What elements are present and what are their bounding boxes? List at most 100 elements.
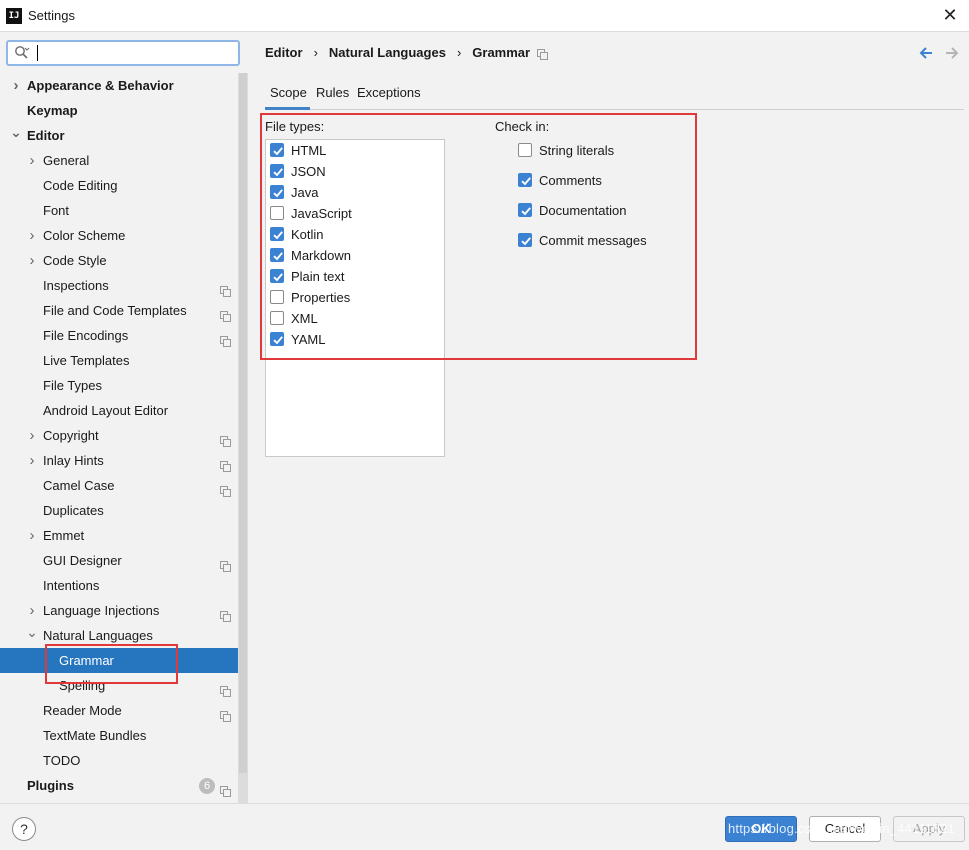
sidebar-item-todo[interactable]: TODO [0,748,238,773]
sidebar-item-android-layout-editor[interactable]: Android Layout Editor [0,398,238,423]
project-scope-icon [220,305,231,322]
breadcrumb: Editor › Natural Languages › Grammar [265,45,530,60]
sidebar-item-label: Language Injections [43,603,160,618]
tab-bar: Scope Rules Exceptions [265,83,964,110]
sidebar-item-label: Android Layout Editor [43,403,169,418]
project-scope-icon [220,555,231,572]
breadcrumb-separator: › [313,45,318,60]
sidebar-item-label: Color Scheme [43,228,126,243]
chevron-right-icon[interactable]: › [26,148,38,173]
forward-arrow-icon[interactable] [945,46,959,60]
intellij-logo-icon: IJ [6,8,22,24]
breadcrumb-item: Editor [265,45,303,60]
sidebar-item-appearance-behavior[interactable]: › Appearance & Behavior [0,73,238,98]
title-bar: IJ Settings ✕ [0,0,969,32]
sidebar-item-live-templates[interactable]: Live Templates [0,348,238,373]
chevron-right-icon[interactable]: › [26,423,38,448]
sidebar-item-emmet[interactable]: › Emmet [0,523,238,548]
sidebar-item-editor[interactable]: ⌄ Editor [0,123,238,148]
text-cursor [37,45,38,61]
project-scope-icon [220,455,231,472]
chevron-right-icon[interactable]: › [26,523,38,548]
settings-sidebar: › Appearance & Behavior Keymap ⌄ Editor › Gene… [0,33,248,803]
sidebar-item-label: File and Code Templates [43,303,187,318]
project-scope-icon [537,49,548,60]
update-count-badge: 6 [199,778,215,794]
chevron-right-icon[interactable]: › [10,73,22,98]
settings-content: Editor › Natural Languages › Grammar Scope R… [248,33,969,803]
sidebar-item-reader-mode[interactable]: Reader Mode [0,698,238,723]
watermark: https://blog.csdn.net/weixin_44111821 [728,821,955,836]
project-scope-icon [220,605,231,622]
sidebar-item-gui-designer[interactable]: GUI Designer [0,548,238,573]
tab-exceptions[interactable]: Exceptions [357,83,421,110]
sidebar-item-textmate-bundles[interactable]: TextMate Bundles [0,723,238,748]
sidebar-item-font[interactable]: Font [0,198,238,223]
highlight-box [45,644,178,684]
sidebar-item-camel-case[interactable]: Camel Case [0,473,238,498]
chevron-down-icon[interactable]: ⌄ [26,623,38,648]
project-scope-icon [220,480,231,497]
chevron-right-icon[interactable]: › [26,598,38,623]
sidebar-item-intentions[interactable]: Intentions [0,573,238,598]
chevron-right-icon[interactable]: › [26,248,38,273]
dialog-button-bar: ? OK Cancel Apply https://blog.csdn.net/… [0,803,969,850]
project-scope-icon [220,430,231,447]
breadcrumb-separator: › [456,45,462,60]
sidebar-item-plugins[interactable]: Plugins 6 [0,773,238,798]
sidebar-item-label: Inspections [43,278,109,293]
help-button[interactable]: ? [12,817,36,841]
sidebar-item-file-and-code-templates[interactable]: File and Code Templates [0,298,238,323]
sidebar-item-color-scheme[interactable]: › Color Scheme [0,223,238,248]
sidebar-item-label: Code Style [43,253,107,268]
project-scope-icon [220,330,231,347]
sidebar-item-label: GUI Designer [43,553,122,568]
close-icon[interactable]: ✕ [939,4,961,26]
sidebar-item-label: Reader Mode [43,703,122,718]
sidebar-item-label: General [43,153,90,168]
sidebar-item-label: Live Templates [43,353,130,368]
sidebar-item-inspections[interactable]: Inspections [0,273,238,298]
window-title: Settings [28,8,75,23]
sidebar-item-label: File Encodings [43,328,129,343]
sidebar-item-label: Intentions [43,578,100,593]
project-scope-icon [220,280,231,297]
sidebar-item-code-style[interactable]: › Code Style [0,248,238,273]
sidebar-item-label: TODO [43,753,81,768]
chevron-right-icon[interactable]: › [26,223,38,248]
tab-rules[interactable]: Rules [316,83,349,110]
sidebar-item-label: Duplicates [43,503,104,518]
breadcrumb-item: Grammar [472,45,531,60]
sidebar-item-copyright[interactable]: › Copyright [0,423,238,448]
sidebar-item-label: Emmet [43,528,85,543]
sidebar-item-label: Plugins [27,778,74,793]
chevron-down-icon[interactable]: ⌄ [10,123,22,148]
sidebar-item-general[interactable]: › General [0,148,238,173]
search-input[interactable] [6,40,240,66]
sidebar-item-code-editing[interactable]: Code Editing [0,173,238,198]
sidebar-item-label: Camel Case [43,478,115,493]
sidebar-item-language-injections[interactable]: › Language Injections [0,598,238,623]
search-icon [15,46,30,59]
sidebar-item-label: Inlay Hints [43,453,104,468]
sidebar-item-keymap[interactable]: Keymap [0,98,238,123]
sidebar-item-label: Copyright [43,428,99,443]
chevron-right-icon[interactable]: › [26,448,38,473]
sidebar-item-duplicates[interactable]: Duplicates [0,498,238,523]
tab-scope[interactable]: Scope [265,83,310,110]
sidebar-item-label: File Types [43,378,103,393]
scrollbar-thumb[interactable] [239,73,247,773]
sidebar-scrollbar[interactable] [238,73,248,803]
project-scope-icon [220,780,231,797]
sidebar-item-inlay-hints[interactable]: › Inlay Hints [0,448,238,473]
project-scope-icon [220,680,231,697]
sidebar-item-label: Appearance & Behavior [27,78,174,93]
breadcrumb-item: Natural Languages [328,45,446,60]
sidebar-item-label: Font [43,203,70,218]
sidebar-item-file-types[interactable]: File Types [0,373,238,398]
project-scope-icon [220,705,231,722]
sidebar-item-file-encodings[interactable]: File Encodings [0,323,238,348]
back-arrow-icon[interactable] [919,46,933,60]
sidebar-item-label: TextMate Bundles [43,728,147,743]
sidebar-item-label: Code Editing [43,178,118,193]
